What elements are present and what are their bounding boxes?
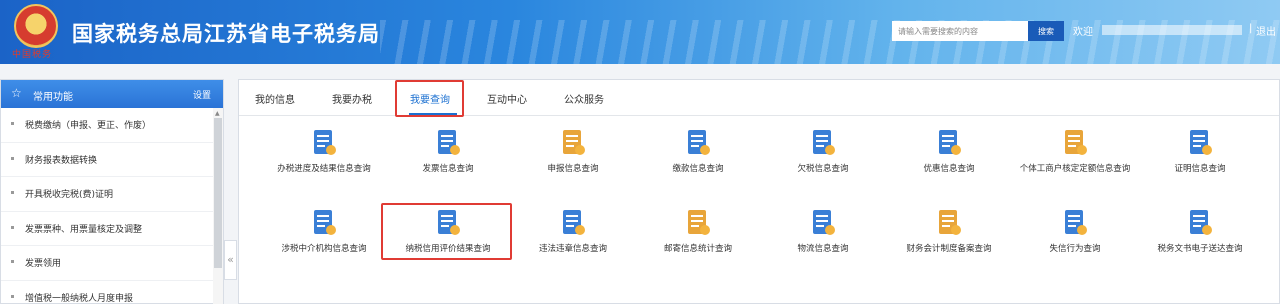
certificate-screen-icon [1190,130,1212,155]
accounting-filing-icon [939,210,961,235]
grid-item-certificate-query[interactable]: 证明信息查询 [1137,128,1263,188]
user-name-redacted [1102,25,1242,35]
tab-interaction-center[interactable]: 互动中心 [487,91,527,106]
sidebar-settings-link[interactable]: 设置 [193,88,211,101]
bullet-icon [11,122,14,125]
sidebar-item-tax-payment[interactable]: 税费缴纳（申报、更正、作废） [1,108,213,143]
header-separator: | [1249,23,1253,34]
logout-link[interactable]: 退出 [1256,23,1276,38]
scrollbar-thumb[interactable] [214,118,222,268]
grid-item-mail-stats-query[interactable]: 邮寄信息统计查询 [635,208,761,268]
preferential-icon [939,130,961,155]
sidebar-item-label: 发票领用 [25,259,62,269]
bullet-icon [11,294,14,298]
sidebar-item-label: 税费缴纳（申报、更正、作废） [25,121,152,131]
invoice-icon [438,130,460,155]
grid-item-label: 优惠信息查询 [923,164,975,174]
grid-item-preferential-query[interactable]: 优惠信息查询 [886,128,1012,188]
sidebar-title: 常用功能 [33,92,73,103]
bullet-icon [11,191,14,194]
grid-item-individual-business-query[interactable]: 个体工商户核定定额信息查询 [1012,128,1138,188]
grid-item-progress-query[interactable]: 办税进度及结果信息查询 [261,128,387,188]
payment-chart-icon [688,130,710,155]
site-header: 中国税务 国家税务总局江苏省电子税务局 搜索 欢迎 | 退出 [0,0,1280,64]
grid-item-label: 违法违章信息查询 [538,244,607,254]
main-panel: 我的信息 我要办税 我要查询 互动中心 公众服务 办税进度及结果信息查询 发票信息… [238,79,1280,304]
site-title: 国家税务总局江苏省电子税务局 [72,22,380,46]
tab-public-service[interactable]: 公众服务 [564,91,604,106]
sidebar-item-tax-certificate[interactable]: 开具税收完税(费)证明 [1,177,213,212]
individual-business-icon [1065,130,1087,155]
grid-item-label: 邮寄信息统计查询 [663,244,732,254]
grid-item-label: 办税进度及结果信息查询 [277,164,371,174]
agency-icon [314,210,336,235]
grid-item-payment-query[interactable]: 缴款信息查询 [635,128,761,188]
sidebar-item-label: 发票票种、用票量核定及调整 [25,224,143,235]
bullet-icon [11,156,14,160]
sidebar-item-label: 增值税一般纳税人月度申报 [25,293,134,304]
star-icon: ☆ [11,86,22,100]
grid-item-label: 个体工商户核定定额信息查询 [1019,164,1131,174]
sidebar-scrollbar[interactable]: ▲ [213,108,223,304]
sidebar: ☆ 常用功能 设置 税费缴纳（申报、更正、作废） 财务报表数据转换 开具税收完税… [0,79,224,304]
welcome-text: 欢迎 [1073,27,1093,38]
grid-item-label: 证明信息查询 [1174,164,1226,174]
tab-bar: 我的信息 我要办税 我要查询 互动中心 公众服务 [239,80,1279,117]
grid-item-label: 物流信息查询 [797,244,849,254]
search-input[interactable] [892,21,1028,41]
grid-item-label: 申报信息查询 [547,164,599,174]
grid-item-dishonesty-query[interactable]: 失信行为查询 [1012,208,1138,268]
sidebar-collapse-button[interactable]: « [224,240,237,280]
scroll-up-icon[interactable]: ▲ [215,110,220,117]
grid-item-label: 发票信息查询 [422,164,474,174]
sidebar-item-label: 开具税收完税(费)证明 [25,190,114,200]
sidebar-item-vat-monthly[interactable]: 增值税一般纳税人月度申报 [1,281,213,304]
sidebar-list: 税费缴纳（申报、更正、作废） 财务报表数据转换 开具税收完税(费)证明 发票票种… [1,108,213,304]
sidebar-header: ☆ 常用功能 设置 [1,80,223,108]
grid-item-declaration-query[interactable]: 申报信息查询 [510,128,636,188]
grid-item-label: 缴款信息查询 [672,164,724,174]
grid-item-invoice-query[interactable]: 发票信息查询 [385,128,511,188]
grid-item-label: 财务会计制度备案查询 [906,244,992,254]
grid-item-label: 失信行为查询 [1049,244,1101,254]
emblem-text: 中国税务 [12,50,53,60]
tab-highlight-box [395,80,464,117]
sidebar-item-invoice-approval[interactable]: 发票票种、用票量核定及调整 [1,212,213,246]
sidebar-item-financial-report[interactable]: 财务报表数据转换 [1,143,213,177]
grid-item-arrears-query[interactable]: 欠税信息查询 [760,128,886,188]
declaration-chart-icon [563,130,585,155]
mail-stats-icon [688,210,710,235]
grid-item-label: 税务文书电子送达查询 [1157,244,1243,254]
grid-item-logistics-query[interactable]: 物流信息查询 [760,208,886,268]
search-button[interactable]: 搜索 [1028,21,1064,41]
grid-item-agency-query[interactable]: 涉税中介机构信息查询 [261,208,387,268]
item-highlight-box [381,203,512,260]
tab-do-tax[interactable]: 我要办税 [332,91,372,106]
dishonesty-icon [1065,210,1087,235]
grid-item-e-document-query[interactable]: 税务文书电子送达查询 [1137,208,1263,268]
document-search-icon [314,130,336,155]
bullet-icon [11,260,14,263]
tax-emblem-logo [14,4,58,48]
violation-folder-icon [563,210,585,235]
sidebar-item-invoice-collect[interactable]: 发票领用 [1,246,213,281]
tax-arrears-icon [813,130,835,155]
grid-item-violation-query[interactable]: 违法违章信息查询 [510,208,636,268]
grid-item-accounting-filing-query[interactable]: 财务会计制度备案查询 [886,208,1012,268]
e-document-icon [1190,210,1212,235]
bullet-icon [11,225,14,229]
grid-item-label: 涉税中介机构信息查询 [281,244,367,254]
grid-item-label: 欠税信息查询 [797,164,849,174]
tab-my-info[interactable]: 我的信息 [255,91,295,106]
sidebar-item-label: 财务报表数据转换 [25,155,98,166]
logistics-folder-icon [813,210,835,235]
